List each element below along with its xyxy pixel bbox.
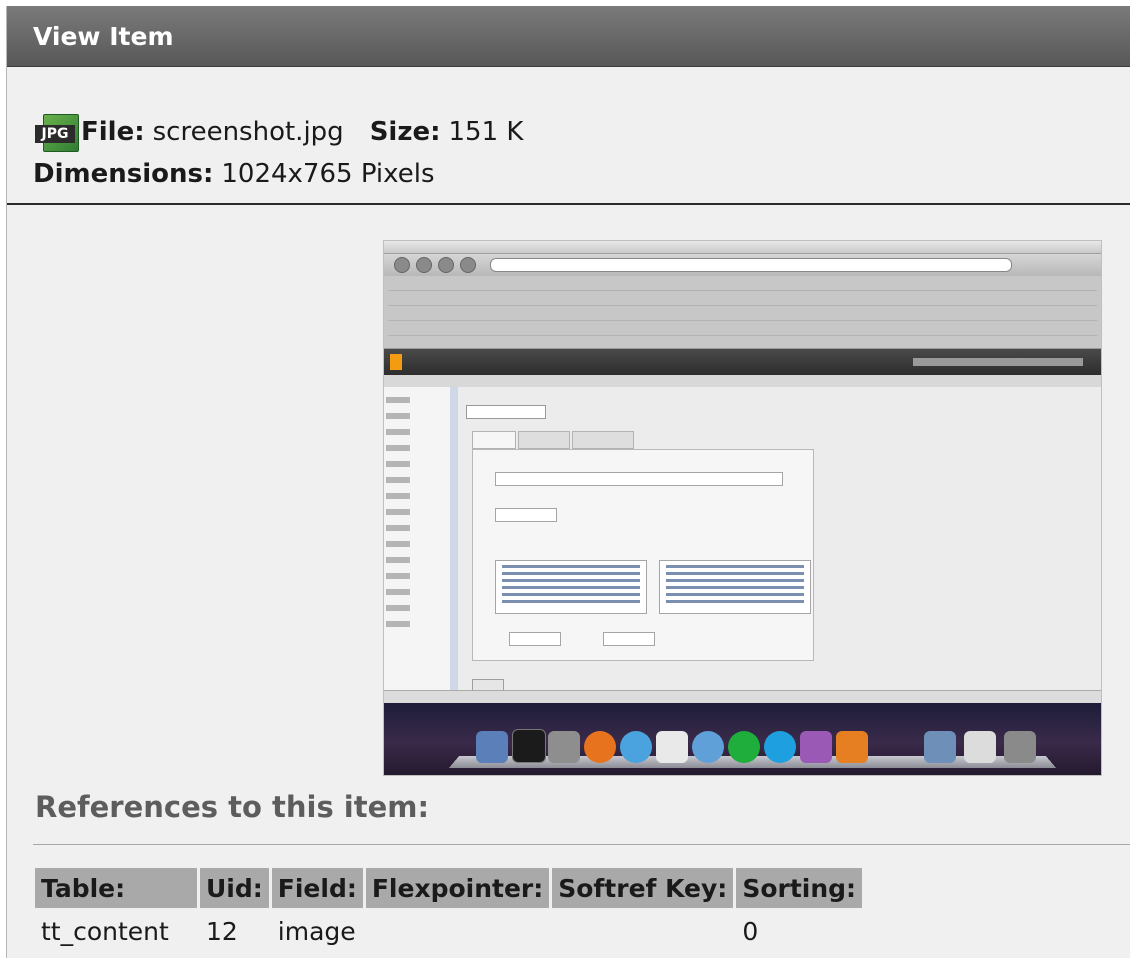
cell-field: image: [277, 916, 356, 946]
preview-main: [462, 393, 1101, 703]
preview-bookmarks: [384, 276, 1101, 349]
references-divider: [33, 844, 1130, 845]
preview-purple-app-icon: [800, 731, 832, 763]
cell-sorting: 0: [742, 916, 759, 946]
preview-logo-icon: [390, 354, 402, 370]
page-title: View Item: [33, 21, 174, 51]
column-header-table: Table:: [35, 868, 200, 908]
references-table: Table: Uid: Field: Flexpointer: Softref …: [35, 868, 866, 954]
preview-reload-icon: [460, 257, 476, 273]
references-title: References to this item:: [35, 790, 430, 824]
preview-green-app-icon: [728, 731, 760, 763]
cell-flexpointer: [366, 908, 552, 954]
jpg-file-icon: JPG: [33, 114, 79, 152]
preview-tab-1: [472, 431, 516, 449]
file-name-value: screenshot.jpg: [152, 117, 344, 147]
preview-terminal-icon: [512, 729, 546, 763]
preview-docs-icon: [964, 731, 996, 763]
column-header-flexpointer: Flexpointer:: [365, 868, 553, 908]
header-bar: View Item: [7, 6, 1130, 67]
column-header-field: Field:: [271, 868, 366, 908]
cell-table: tt_content: [41, 916, 169, 946]
dimensions-label: Dimensions:: [33, 159, 214, 189]
file-info-line-1: JPG File: screenshot.jpg Size: 151 K: [33, 111, 1130, 153]
preview-list-1: [495, 560, 647, 614]
preview-user-area: [913, 358, 1083, 366]
dimensions-value: 1024x765 Pixels: [221, 159, 435, 189]
file-info-line-2: Dimensions: 1024x765 Pixels: [33, 153, 1130, 195]
preview-field-4: [603, 632, 655, 646]
preview-form-panel: [472, 449, 814, 661]
table-row: tt_content 12 image 0: [35, 908, 865, 954]
preview-field-1: [495, 472, 783, 486]
preview-home-icon: [438, 257, 454, 273]
size-label: Size:: [369, 117, 441, 147]
preview-toolbar: [384, 254, 1101, 276]
preview-skype-icon: [764, 731, 796, 763]
column-header-softref-key: Softref Key:: [552, 868, 737, 908]
file-info: JPG File: screenshot.jpg Size: 151 K Dim…: [7, 67, 1130, 205]
preview-scrollbar: [450, 387, 458, 703]
preview-url-bar: [490, 258, 1012, 272]
preview-firefox-icon: [584, 731, 616, 763]
preview-menubar: [384, 241, 1101, 254]
preview-app-icon: [548, 731, 580, 763]
preview-safari-icon: [620, 731, 652, 763]
preview-statusbar: [384, 690, 1101, 703]
jpg-file-icon-tag: JPG: [35, 125, 75, 143]
size-value: 151 K: [448, 117, 524, 147]
file-label: File:: [81, 117, 145, 147]
preview-select: [466, 405, 546, 419]
preview-calendar-icon: [656, 731, 688, 763]
preview-folder-icon: [924, 731, 956, 763]
preview-tab-3: [572, 431, 634, 449]
view-item-panel: View Item JPG File: screenshot.jpg Size:…: [6, 6, 1130, 958]
preview-illustrator-icon: [836, 731, 868, 763]
preview-field-2: [495, 508, 557, 522]
preview-trash-icon: [1004, 731, 1036, 763]
cell-uid: 12: [206, 916, 238, 946]
preview-back-icon: [394, 257, 410, 273]
references-header-row: Table: Uid: Field: Flexpointer: Softref …: [35, 868, 866, 908]
preview-tab-2: [518, 431, 570, 449]
image-preview[interactable]: [383, 240, 1102, 776]
preview-dock: [384, 703, 1101, 775]
preview-finder-icon: [476, 731, 508, 763]
preview-body: [384, 387, 1101, 703]
preview-sidebar: [384, 387, 451, 703]
preview-list-2: [659, 560, 811, 614]
cell-softref-key: [552, 908, 736, 954]
column-header-sorting: Sorting:: [736, 868, 866, 908]
column-header-uid: Uid:: [200, 868, 272, 908]
preview-field-3: [509, 632, 561, 646]
preview-forward-icon: [416, 257, 432, 273]
preview-itunes-icon: [692, 731, 724, 763]
preview-app-topbar: [384, 349, 1101, 375]
